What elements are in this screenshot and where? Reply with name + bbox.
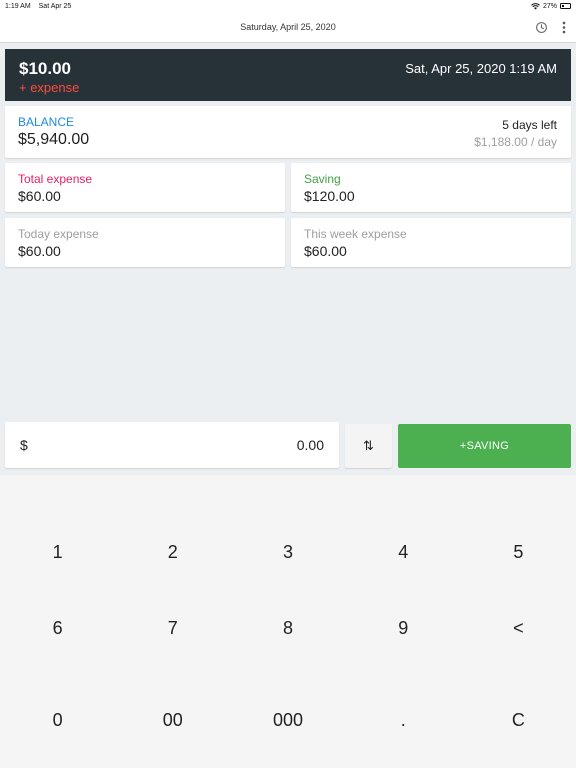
battery-percent: 27% — [542, 2, 557, 10]
key-8[interactable]: 8 — [230, 583, 345, 673]
status-date: Sat Apr 25 — [38, 2, 72, 10]
total-expense-card[interactable]: Total expense $60.00 — [5, 163, 285, 212]
key-3[interactable]: 3 — [230, 475, 345, 583]
swap-type-button[interactable]: ⇅ — [345, 424, 392, 468]
key-5[interactable]: 5 — [461, 475, 576, 583]
content-area: $10.00 + expense Sat, Apr 25, 2020 1:19 … — [0, 43, 576, 475]
status-bar: 1:19 AM Sat Apr 25 27% — [0, 0, 576, 12]
swap-vert-icon: ⇅ — [363, 438, 374, 453]
saving-label: Saving — [304, 172, 341, 186]
week-expense-card[interactable]: This week expense $60.00 — [291, 218, 571, 267]
today-expense-card[interactable]: Today expense $60.00 — [5, 218, 285, 267]
page-title: Saturday, April 25, 2020 — [240, 22, 336, 32]
amount-value: 0.00 — [296, 437, 324, 453]
history-icon[interactable] — [535, 21, 548, 34]
entry-header: $10.00 + expense Sat, Apr 25, 2020 1:19 … — [5, 49, 571, 101]
app-bar: Saturday, April 25, 2020 — [0, 12, 576, 43]
key-6[interactable]: 6 — [0, 583, 115, 673]
currency-symbol: $ — [20, 437, 28, 453]
key-backspace[interactable]: < — [461, 583, 576, 673]
key-00[interactable]: 00 — [115, 673, 230, 768]
more-vert-icon[interactable] — [562, 21, 566, 34]
key-2[interactable]: 2 — [115, 475, 230, 583]
key-4[interactable]: 4 — [346, 475, 461, 583]
key-clear[interactable]: C — [461, 673, 576, 768]
wifi-icon — [531, 2, 540, 9]
total-expense-label: Total expense — [18, 172, 93, 186]
add-saving-button[interactable]: +SAVING — [398, 424, 571, 468]
per-day-unit: / day — [527, 135, 557, 149]
total-expense-value: $60.00 — [18, 188, 61, 204]
per-day-amount: $1,188.00 — [474, 135, 528, 149]
entry-datetime[interactable]: Sat, Apr 25, 2020 1:19 AM — [405, 61, 557, 76]
balance-card: BALANCE $5,940.00 5 days left $1,188.00 … — [5, 106, 571, 158]
per-day: $1,188.00 / day — [474, 135, 557, 149]
today-expense-label: Today expense — [18, 227, 99, 241]
week-expense-value: $60.00 — [304, 243, 347, 259]
status-left: 1:19 AM Sat Apr 25 — [5, 3, 77, 10]
key-9[interactable]: 9 — [346, 583, 461, 673]
key-7[interactable]: 7 — [115, 583, 230, 673]
key-decimal[interactable]: . — [346, 673, 461, 768]
entry-kind: + expense — [19, 80, 80, 95]
balance-forecast: 5 days left $1,188.00 / day — [474, 118, 557, 149]
key-000[interactable]: 000 — [230, 673, 345, 768]
week-expense-label: This week expense — [304, 227, 407, 241]
key-1[interactable]: 1 — [0, 475, 115, 583]
saving-card[interactable]: Saving $120.00 — [291, 163, 571, 212]
status-time: 1:19 AM — [5, 2, 31, 10]
status-right: 27% — [531, 3, 571, 10]
days-left: 5 days left — [502, 118, 557, 132]
saving-value: $120.00 — [304, 188, 355, 204]
battery-icon — [560, 3, 571, 9]
app-bar-actions — [535, 12, 566, 43]
key-0[interactable]: 0 — [0, 673, 115, 768]
keypad: 1 2 3 4 5 6 7 8 9 < 0 00 000 . C — [0, 475, 576, 768]
today-expense-value: $60.00 — [18, 243, 61, 259]
amount-input[interactable]: $ 0.00 — [5, 422, 339, 468]
